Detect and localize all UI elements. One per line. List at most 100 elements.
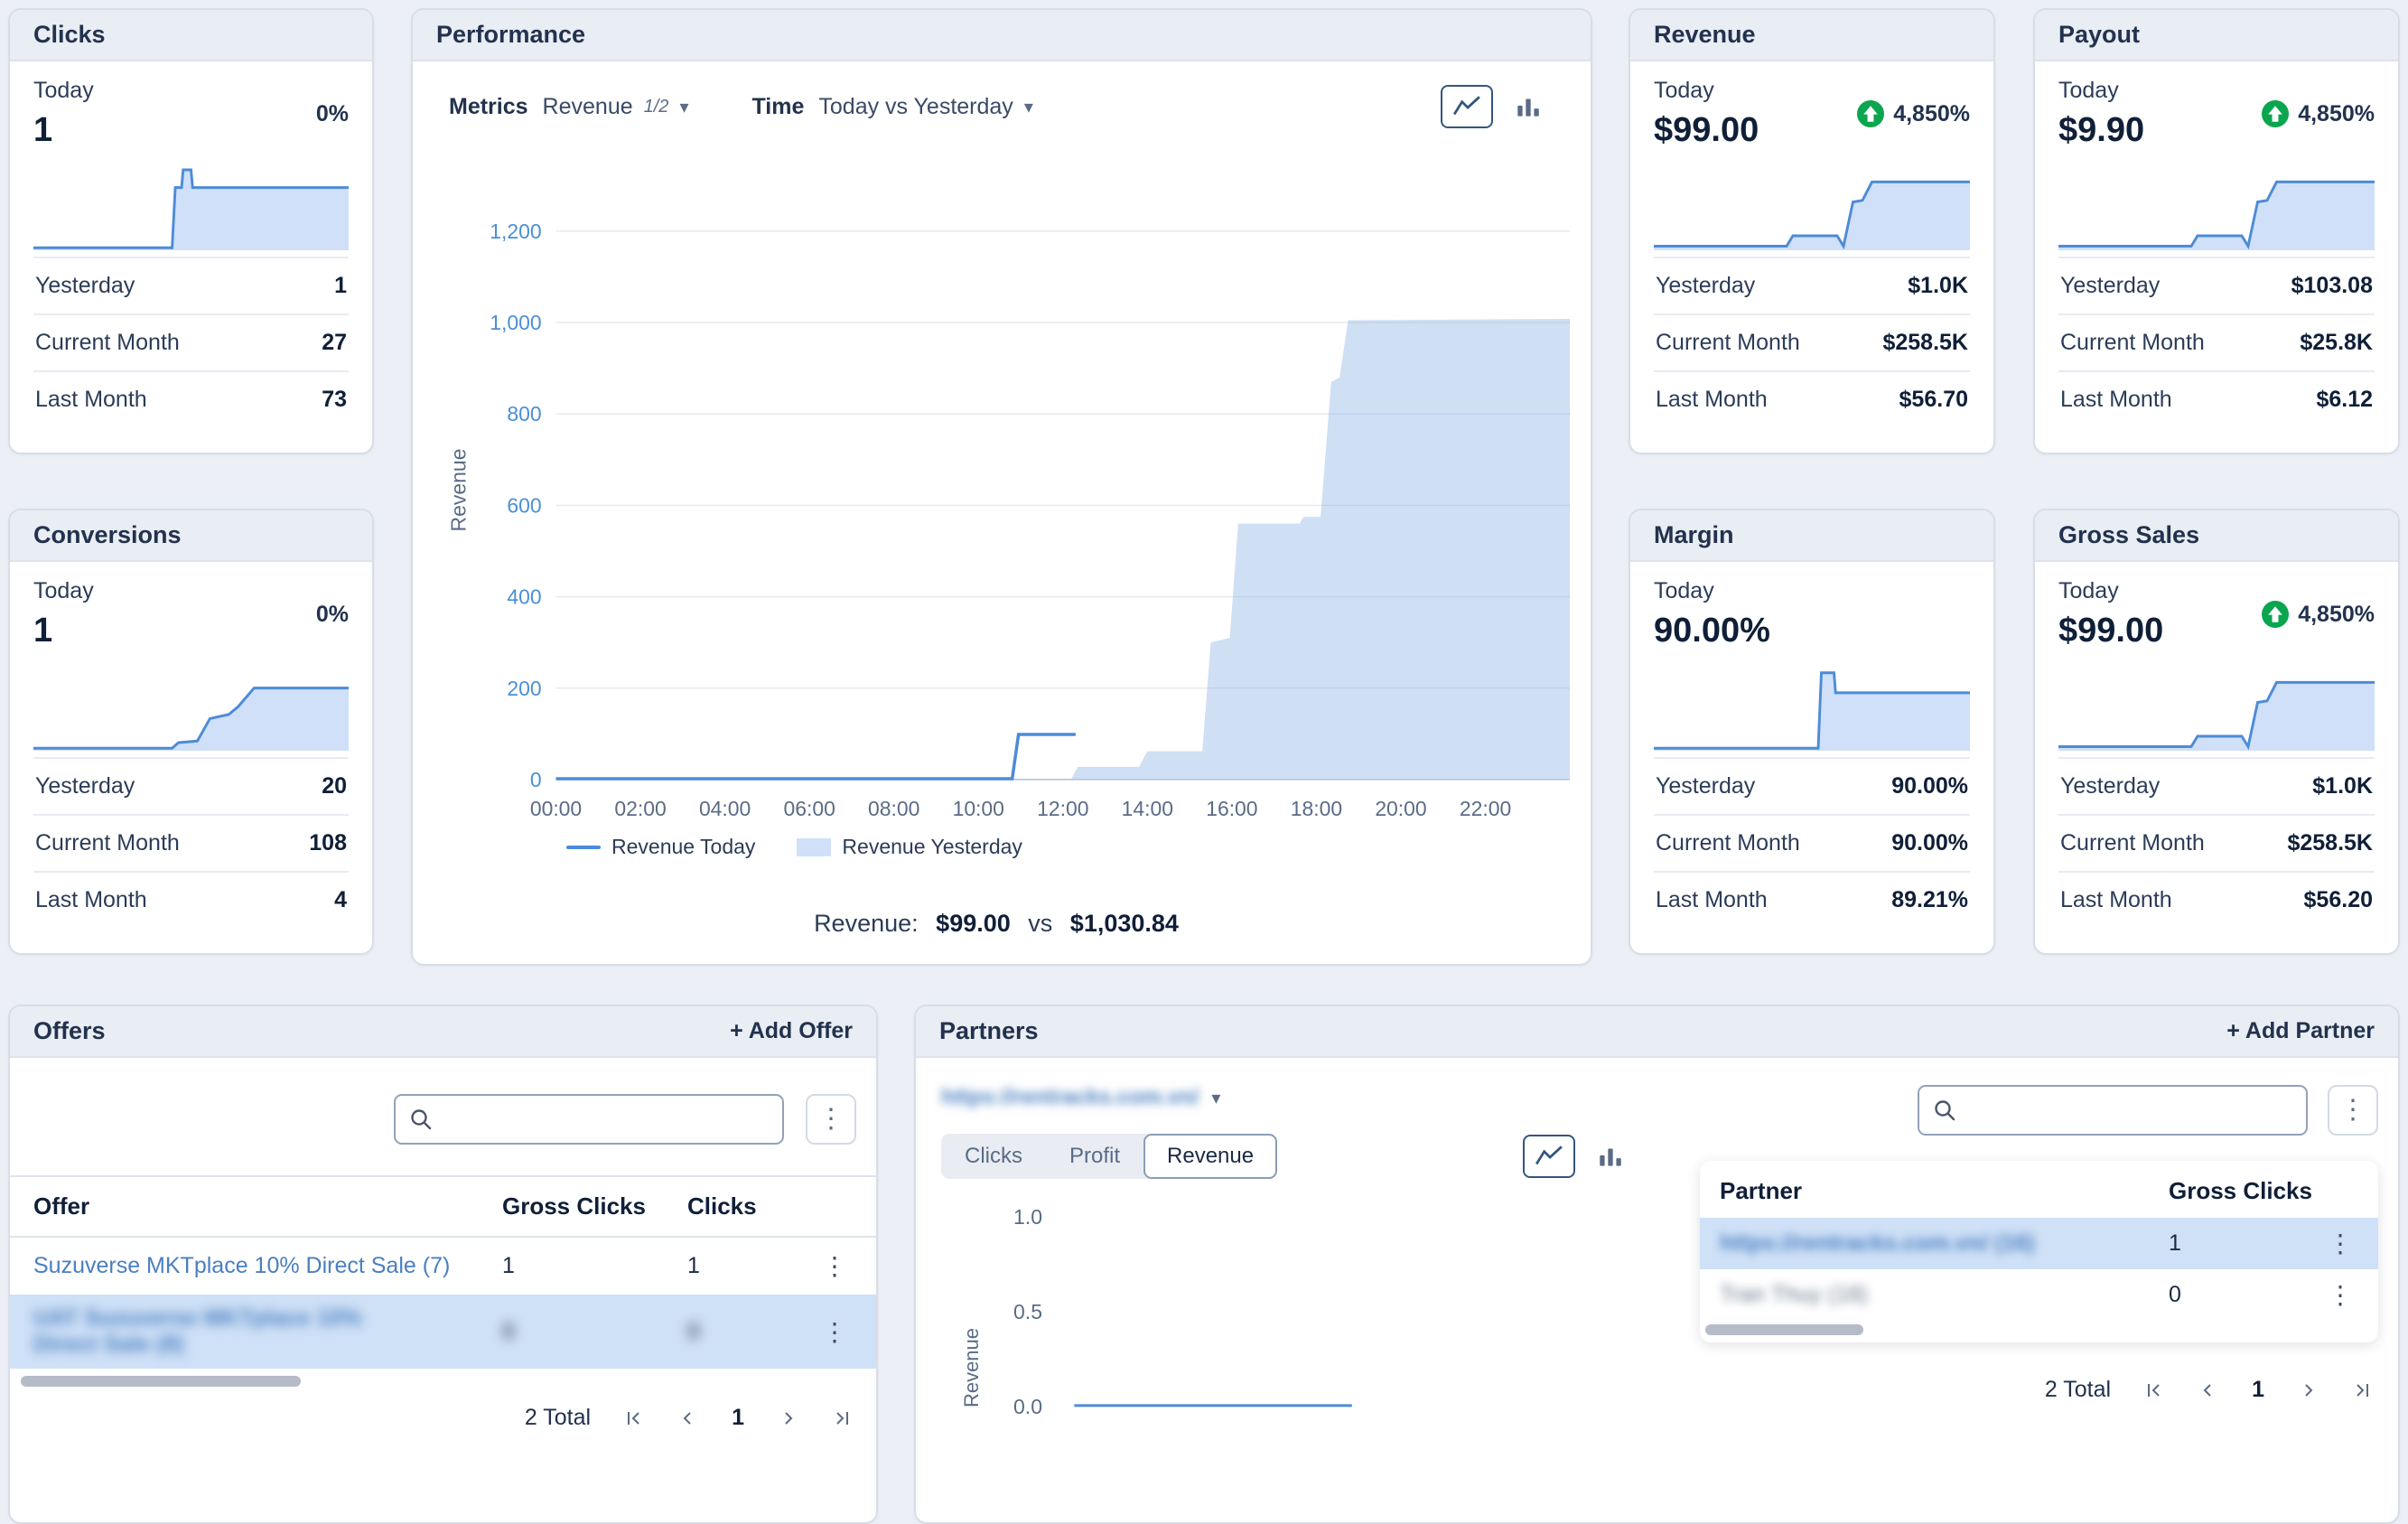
tab-revenue[interactable]: Revenue <box>1143 1134 1277 1179</box>
horizontal-scrollbar <box>21 1376 854 1387</box>
stat-row: Last Month$56.70 <box>1654 370 1970 427</box>
row-menu-button[interactable]: ⋮ <box>822 1317 847 1347</box>
row-label: Last Month <box>35 887 147 913</box>
stat-row: Yesterday90.00% <box>1654 757 1970 814</box>
svg-text:800: 800 <box>507 402 541 425</box>
today-change: 4,850% <box>2262 601 2375 628</box>
today-value: $99.00 <box>2058 612 2163 650</box>
today-change: 0% <box>316 101 349 127</box>
site-selector-dropdown[interactable]: https://rentracks.com.vn/ <box>941 1085 1199 1110</box>
time-value: Today vs Yesterday <box>818 94 1013 120</box>
line-chart-toggle-button[interactable] <box>1523 1135 1575 1178</box>
bar-chart-toggle-button[interactable] <box>1502 85 1554 128</box>
trend-up-icon <box>2262 601 2289 628</box>
partner-chart: 1.00.50.0 <box>941 1199 1646 1506</box>
tab-profit[interactable]: Profit <box>1046 1134 1143 1179</box>
performance-card: Performance Metrics Revenue 1/2 ▾ Time T… <box>411 8 1592 966</box>
svg-text:00:00: 00:00 <box>530 797 582 820</box>
current-page[interactable]: 1 <box>2252 1377 2264 1403</box>
row-value: 90.00% <box>1891 830 1968 856</box>
offer-link[interactable]: Suzuverse MKTplace 10% Direct Sale (7) <box>33 1253 450 1278</box>
stat-row: Current Month27 <box>33 313 349 370</box>
tab-clicks[interactable]: Clicks <box>941 1134 1046 1179</box>
row-value: 1 <box>334 273 347 299</box>
sparkline-chart <box>1654 163 1970 253</box>
today-change: 4,850% <box>2262 100 2375 127</box>
current-page[interactable]: 1 <box>732 1405 744 1431</box>
table-row: Suzuverse MKTplace 10% Direct Sale (7) 1… <box>10 1238 876 1295</box>
today-label: Today <box>33 78 94 104</box>
stat-body: Today $9.90 4,850% Yesterday$103.08 Curr… <box>2035 61 2398 427</box>
stat-body: Today 1 0% Yesterday20 Current Month108 … <box>10 562 372 928</box>
card-title: Revenue <box>1654 21 1756 49</box>
stat-row: Yesterday20 <box>33 757 349 814</box>
partners-search-input[interactable] <box>1918 1085 2308 1136</box>
add-offer-button[interactable]: + Add Offer <box>730 1018 853 1044</box>
partner-link[interactable]: Tran Thuy (18) <box>1720 1282 1868 1307</box>
partner-link[interactable]: https://rentracks.com.vn/ (16) <box>1720 1230 2035 1256</box>
today-value: $9.90 <box>2058 111 2144 150</box>
line-chart-toggle-button[interactable] <box>1441 85 1493 128</box>
scrollbar-thumb[interactable] <box>1705 1324 1863 1335</box>
partners-chart-pane: https://rentracks.com.vn/ ▾ Clicks Profi… <box>941 1058 1637 1506</box>
svg-text:600: 600 <box>507 493 541 517</box>
sparkline-chart <box>2058 163 2375 253</box>
column-header-gross-clicks: Gross Clicks <box>502 1192 687 1220</box>
add-partner-button[interactable]: + Add Partner <box>2226 1018 2375 1044</box>
gross-clicks-value: 0 <box>502 1319 687 1345</box>
total-count: 2 Total <box>2045 1377 2111 1403</box>
svg-text:08:00: 08:00 <box>868 797 919 820</box>
next-page-button[interactable] <box>2297 1379 2319 1401</box>
horizontal-scrollbar <box>1705 1324 2378 1335</box>
today-value: 90.00% <box>1654 612 1770 650</box>
offers-search-input[interactable] <box>394 1094 784 1145</box>
area-swatch-icon <box>797 838 831 856</box>
card-title: Gross Sales <box>2058 521 2199 549</box>
change-text: 4,850% <box>2298 101 2375 127</box>
metrics-dropdown[interactable]: Revenue 1/2 ▾ <box>543 94 689 120</box>
row-menu-button[interactable]: ⋮ <box>2328 1280 2353 1310</box>
row-value: 20 <box>322 773 347 799</box>
card-title: Conversions <box>33 521 182 549</box>
card-header: Margin <box>1630 510 1993 562</box>
last-page-button[interactable] <box>2351 1379 2373 1401</box>
today-value: 1 <box>33 111 94 150</box>
scrollbar-thumb[interactable] <box>21 1376 301 1387</box>
partners-card: Partners + Add Partner https://rentracks… <box>914 1005 2400 1524</box>
offers-menu-button[interactable]: ⋮ <box>806 1094 856 1145</box>
table-row-selected: https://rentracks.com.vn/ (16) 1 ⋮ <box>1700 1218 2378 1269</box>
stat-rows: Yesterday$1.0K Current Month$258.5K Last… <box>2058 757 2375 928</box>
stat-row: Yesterday$1.0K <box>1654 257 1970 313</box>
row-menu-button[interactable]: ⋮ <box>2328 1229 2353 1258</box>
row-label: Current Month <box>35 330 180 356</box>
change-text: 4,850% <box>1893 101 1970 127</box>
first-page-button[interactable] <box>2143 1379 2165 1401</box>
card-header: Payout <box>2035 10 2398 61</box>
y-axis-label: Revenue <box>447 441 471 540</box>
prev-page-button[interactable] <box>2198 1379 2219 1401</box>
line-chart-icon <box>1452 95 1481 118</box>
partners-menu-button[interactable]: ⋮ <box>2328 1085 2378 1136</box>
row-label: Yesterday <box>1656 773 1755 799</box>
first-page-icon <box>2143 1379 2165 1401</box>
bar-chart-icon <box>1514 95 1543 118</box>
summary-vs: vs <box>1028 910 1052 937</box>
card-title: Partners <box>939 1017 1039 1045</box>
svg-text:200: 200 <box>507 677 541 700</box>
svg-text:0.5: 0.5 <box>1013 1300 1042 1323</box>
today-change: 4,850% <box>1857 100 1970 127</box>
partners-table-header: Partner Gross Clicks <box>1700 1161 2378 1218</box>
stat-row: Last Month4 <box>33 871 349 928</box>
card-title: Offers <box>33 1017 106 1045</box>
bar-chart-toggle-button[interactable] <box>1584 1135 1637 1178</box>
last-page-icon <box>2351 1379 2373 1401</box>
row-menu-button[interactable]: ⋮ <box>822 1251 847 1281</box>
offer-link[interactable]: UAT Suzuverse MKTplace 10% Direct Sale (… <box>33 1305 424 1358</box>
stat-row: Last Month$56.20 <box>2058 871 2375 928</box>
stat-row: Current Month$25.8K <box>2058 313 2375 370</box>
time-dropdown[interactable]: Today vs Yesterday ▾ <box>818 94 1032 120</box>
clicks-value: 0 <box>687 1319 809 1345</box>
row-label: Current Month <box>1656 830 1800 856</box>
partners-table: Partner Gross Clicks https://rentracks.c… <box>1700 1161 2378 1342</box>
row-label: Last Month <box>1656 387 1768 413</box>
